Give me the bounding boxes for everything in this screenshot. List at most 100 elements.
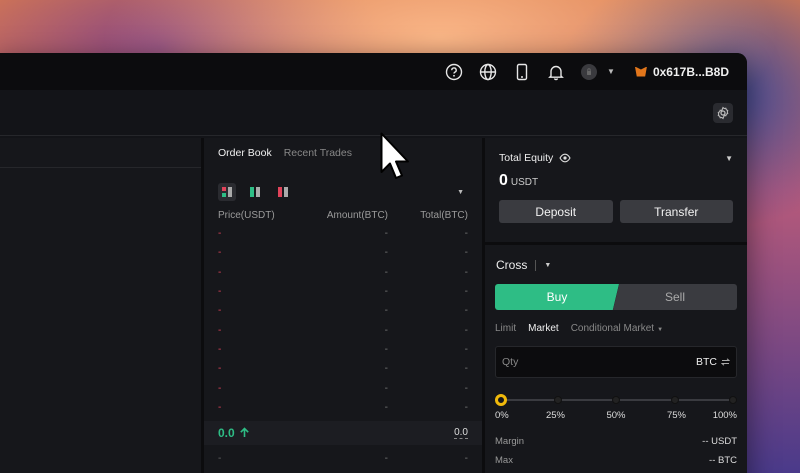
bid-row-cell: - <box>464 453 468 465</box>
chart-panel <box>0 138 204 473</box>
qty-unit-toggle[interactable]: BTC <box>696 356 730 368</box>
qty-placeholder: Qty <box>502 356 519 368</box>
ask-row[interactable]: --- <box>204 359 482 378</box>
margin-row: Margin -- USDT <box>495 436 737 447</box>
sub-bar <box>0 90 747 136</box>
ask-row-cell: - <box>464 324 468 336</box>
slider-step-3[interactable] <box>670 396 679 404</box>
ask-row-cell: - <box>218 247 222 259</box>
ask-row[interactable]: --- <box>204 263 482 282</box>
equity-value: 0 <box>499 172 508 189</box>
slider-label: 25% <box>545 410 566 421</box>
gear-icon <box>717 106 729 119</box>
wallet-button[interactable]: 0x617B...B8D <box>634 65 729 79</box>
order-type-tabs: Limit Market Conditional Market ▼ <box>495 323 737 334</box>
ask-row-cell: - <box>218 266 222 278</box>
bid-row[interactable]: --- <box>204 449 482 468</box>
margin-mode[interactable]: Cross <box>496 258 527 272</box>
ask-row-cell: - <box>218 305 222 317</box>
ask-row-cell: - <box>464 382 468 394</box>
ask-row-cell: - <box>464 401 468 413</box>
mark-price[interactable]: 0.0 <box>454 427 468 439</box>
slider-step-1[interactable] <box>553 396 562 404</box>
ask-row-cell: - <box>464 363 468 375</box>
ask-row[interactable]: --- <box>204 224 482 243</box>
tab-conditional-market[interactable]: Conditional Market ▼ <box>571 323 663 334</box>
last-price: 0.0 <box>218 426 250 440</box>
chevron-down-icon[interactable]: ▼ <box>725 154 733 163</box>
swap-icon <box>721 358 730 366</box>
ask-row[interactable]: --- <box>204 340 482 359</box>
ask-row-cell: - <box>464 228 468 240</box>
ask-row-cell: - <box>384 247 388 259</box>
qty-input[interactable]: Qty BTC <box>495 346 737 378</box>
deposit-button[interactable]: Deposit <box>499 200 613 223</box>
ask-row-cell: - <box>218 324 222 336</box>
right-panel: Total Equity ▼ 0 USDT Deposit Transfer C… <box>485 138 747 473</box>
chevron-down-icon[interactable]: ▼ <box>607 67 615 76</box>
precision-dropdown-icon[interactable]: ▼ <box>457 189 464 196</box>
ask-row[interactable]: --- <box>204 398 482 417</box>
app-window: ▼ 0x617B...B8D Order Book Recent Trades <box>0 53 747 473</box>
ask-row[interactable]: --- <box>204 301 482 320</box>
mobile-icon[interactable] <box>505 55 539 89</box>
ask-row-cell: - <box>384 324 388 336</box>
slider-labels: 0% 25% 50% 75% 100% <box>495 410 737 424</box>
chevron-down-icon[interactable]: ▼ <box>544 262 551 269</box>
ask-row-cell: - <box>384 363 388 375</box>
ask-row-cell: - <box>384 266 388 278</box>
ask-row-cell: - <box>464 305 468 317</box>
bid-row[interactable]: --- <box>204 468 482 473</box>
tab-limit[interactable]: Limit <box>495 323 516 334</box>
mouse-cursor-icon <box>380 132 409 179</box>
tab-market[interactable]: Market <box>528 323 559 334</box>
tab-order-book[interactable]: Order Book <box>218 147 272 168</box>
ask-row-cell: - <box>218 286 222 298</box>
orderbook-both-view-icon[interactable] <box>218 183 236 201</box>
bid-row-cell: - <box>384 453 388 465</box>
ask-row-cell: - <box>384 286 388 298</box>
avatar[interactable] <box>581 63 598 80</box>
bell-icon[interactable] <box>539 55 573 89</box>
arrow-up-icon <box>239 427 249 438</box>
amount-slider[interactable] <box>495 394 737 406</box>
trade-form: Cross ▼ Buy Sell Limit Market Conditiona… <box>485 245 747 473</box>
ask-row[interactable]: --- <box>204 243 482 262</box>
globe-icon[interactable] <box>471 55 505 89</box>
eye-icon[interactable] <box>559 153 571 163</box>
ask-row-cell: - <box>218 382 222 394</box>
slider-label: 0% <box>495 410 509 421</box>
ask-row[interactable]: --- <box>204 320 482 339</box>
help-icon[interactable] <box>437 55 471 89</box>
ask-row-cell: - <box>218 363 222 375</box>
orderbook-bids-view-icon[interactable] <box>246 183 264 201</box>
ask-row[interactable]: --- <box>204 282 482 301</box>
slider-step-2[interactable] <box>612 396 620 404</box>
ask-rows: - - - - - - - - - - - - - - - - - - - - - - - - - - - - - - <box>204 224 482 417</box>
buy-button[interactable]: Buy <box>495 284 619 310</box>
ask-row-cell: - <box>384 401 388 413</box>
equity-card: Total Equity ▼ 0 USDT Deposit Transfer <box>485 138 747 242</box>
ask-row-cell: - <box>384 228 388 240</box>
settings-button[interactable] <box>713 102 733 123</box>
ask-row-cell: - <box>464 266 468 278</box>
slider-step-4[interactable] <box>729 396 737 404</box>
ask-row-cell: - <box>218 401 222 413</box>
orderbook-asks-view-icon[interactable] <box>274 183 292 201</box>
orderbook-header: Price(USDT) Amount(BTC) Total(BTC) <box>218 209 468 221</box>
main-panels: Order Book Recent Trades ▼ Price(USDT) A… <box>0 138 747 473</box>
equity-unit: USDT <box>510 177 539 188</box>
ask-row-cell: - <box>384 382 388 394</box>
ask-row-cell: - <box>218 228 222 240</box>
sell-button[interactable]: Sell <box>613 284 737 310</box>
ask-row-cell: - <box>464 343 468 355</box>
bid-row-cell: - <box>218 453 222 465</box>
metamask-icon <box>634 66 647 77</box>
transfer-button[interactable]: Transfer <box>619 200 733 223</box>
tab-recent-trades[interactable]: Recent Trades <box>284 147 352 168</box>
ask-row-cell: - <box>218 343 222 355</box>
ask-row[interactable]: --- <box>204 378 482 397</box>
slider-step-0[interactable] <box>495 394 507 406</box>
ask-row-cell: - <box>464 247 468 259</box>
slider-label: 50% <box>606 410 626 421</box>
